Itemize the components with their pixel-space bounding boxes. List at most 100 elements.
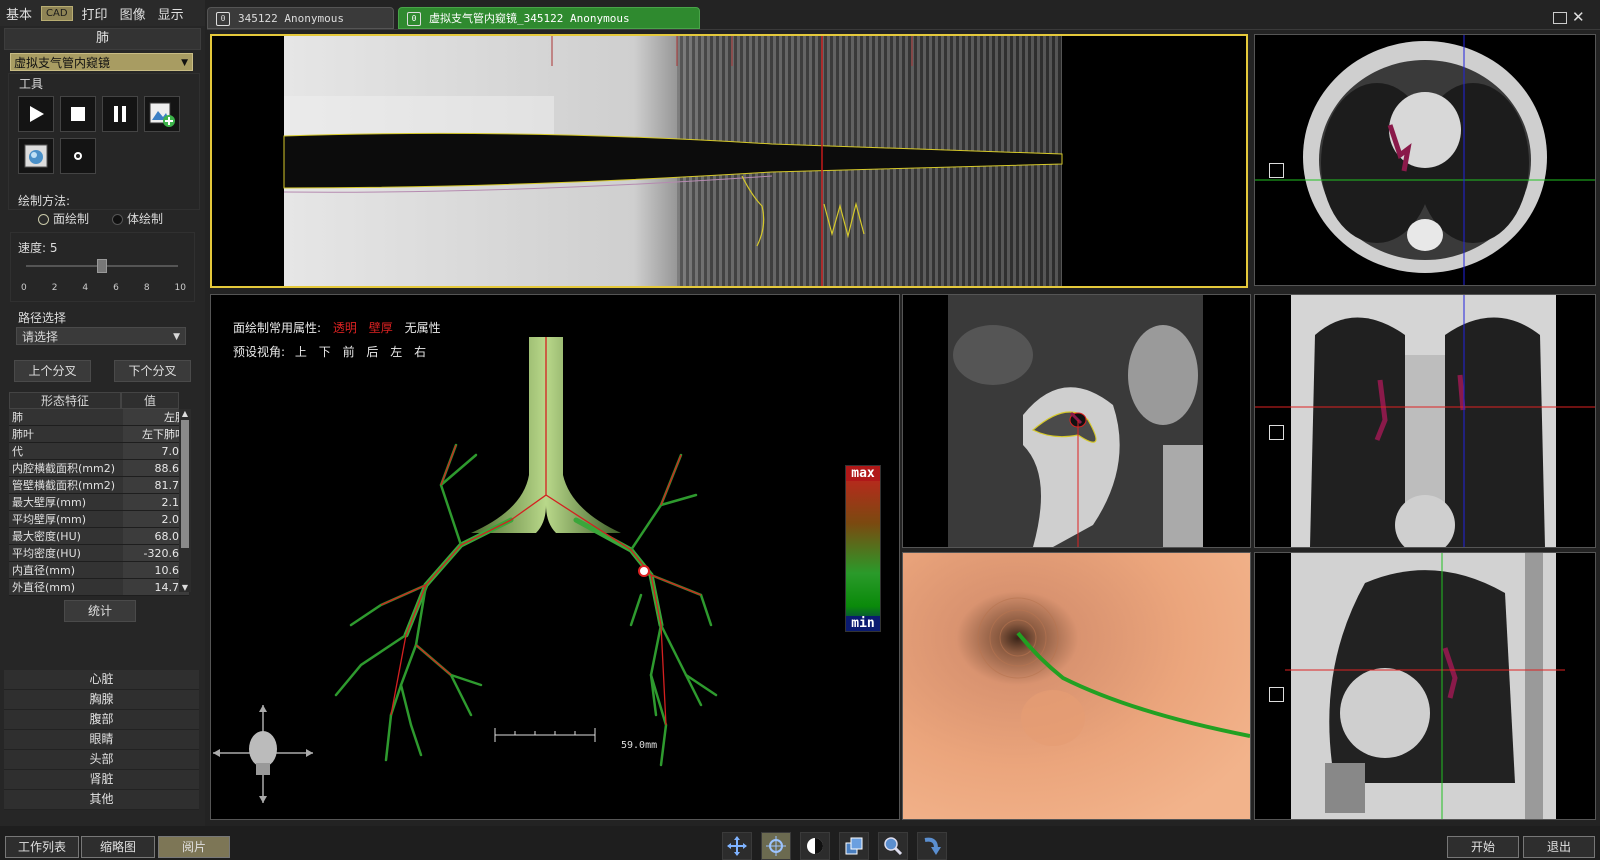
feature-name: 最大密度(HU) <box>9 527 123 545</box>
table-row[interactable]: 内直径(mm) 10.63 <box>9 561 189 579</box>
scroll-up-icon[interactable]: ▲ <box>179 409 191 418</box>
crosshair-icon <box>766 836 786 856</box>
organ-item[interactable]: 肾脏 <box>4 770 199 790</box>
pause-icon <box>114 106 126 122</box>
endoscopic-viewport[interactable] <box>902 552 1251 820</box>
tab-patient[interactable]: 0 345122 Anonymous Patient <box>207 7 394 47</box>
menu-display[interactable]: 显示 <box>152 4 190 23</box>
organ-header[interactable]: 肺 <box>4 28 201 50</box>
table-row[interactable]: 平均壁厚(mm) 2.05 <box>9 510 189 528</box>
thumbnails-button[interactable]: 缩略图 <box>81 836 155 858</box>
play-button[interactable] <box>18 96 54 132</box>
snapshot-icon <box>24 144 48 168</box>
orientation-head-icon[interactable] <box>213 705 313 805</box>
menu-print[interactable]: 打印 <box>76 4 114 23</box>
axial-select-checkbox[interactable] <box>1269 163 1284 178</box>
speed-label: 速度: 5 <box>18 241 58 255</box>
stop-button[interactable] <box>60 96 96 132</box>
organ-item[interactable]: 眼睛 <box>4 730 199 750</box>
table-row[interactable]: 内腔横截面积(mm2) 88.68 <box>9 459 189 477</box>
speed-slider-thumb[interactable] <box>97 259 107 273</box>
organ-item[interactable]: 其他 <box>4 790 199 810</box>
organ-item[interactable]: 心脏 <box>4 670 199 690</box>
close-icon[interactable]: ✕ <box>1572 8 1585 26</box>
radio-surface-render[interactable]: 面绘制 <box>38 210 89 227</box>
pan-tool-button[interactable] <box>722 832 752 860</box>
organ-item[interactable]: 胸腺 <box>4 690 199 710</box>
value-column-header: 值 <box>121 392 179 409</box>
feature-name: 平均壁厚(mm) <box>9 510 123 528</box>
feature-name: 肺叶 <box>9 425 123 443</box>
tab-doc-icon: 0 <box>216 12 230 26</box>
table-row[interactable]: 外直径(mm) 14.73 <box>9 578 189 596</box>
scroll-thumb[interactable] <box>181 420 189 548</box>
rotate-button[interactable] <box>917 832 947 860</box>
table-row[interactable]: 最大壁厚(mm) 2.12 <box>9 493 189 511</box>
chevron-down-icon: ▼ <box>181 58 188 68</box>
speed-tick: 6 <box>113 283 119 293</box>
feature-name: 外直径(mm) <box>9 578 123 596</box>
window-level-button[interactable] <box>800 832 830 860</box>
zoom-button[interactable] <box>878 832 908 860</box>
mode-select[interactable]: 虚拟支气管内窥镜 ▼ <box>10 53 193 71</box>
path-select[interactable]: 请选择 ▼ <box>16 327 186 345</box>
coronal-ct-image <box>1255 295 1595 547</box>
layers-icon <box>845 837 863 855</box>
pause-button[interactable] <box>102 96 138 132</box>
sagittal-viewport[interactable] <box>1254 552 1596 820</box>
organ-item[interactable]: 头部 <box>4 750 199 770</box>
menu-cad[interactable]: CAD <box>41 5 73 21</box>
worklist-button[interactable]: 工作列表 <box>5 836 79 858</box>
coronal-viewport[interactable] <box>1254 294 1596 548</box>
feature-name: 内直径(mm) <box>9 561 123 579</box>
tab-doc-icon: 0 <box>407 12 421 26</box>
menu-basic[interactable]: 基本 <box>0 4 38 23</box>
feature-column-header: 形态特征 <box>9 392 121 409</box>
chevron-down-icon: ▼ <box>173 332 180 342</box>
feature-name: 内腔横截面积(mm2) <box>9 459 123 477</box>
curved-mpr-viewport[interactable] <box>210 34 1248 288</box>
cross-section-viewport[interactable] <box>902 294 1251 548</box>
layout-button[interactable] <box>839 832 869 860</box>
magnifier-icon <box>884 837 903 856</box>
organ-item[interactable]: 腹部 <box>4 710 199 730</box>
table-row[interactable]: 管壁横截面积(mm2) 81.76 <box>9 476 189 494</box>
add-image-button[interactable] <box>144 96 180 132</box>
feature-name: 肺 <box>9 409 123 426</box>
start-button[interactable]: 开始 <box>1447 836 1519 858</box>
speed-tick: 10 <box>174 283 186 293</box>
restore-window-icon[interactable] <box>1553 12 1567 24</box>
speed-ticks: 0 2 4 6 8 10 <box>21 283 186 293</box>
speed-tick: 4 <box>82 283 89 293</box>
table-row[interactable]: 最大密度(HU) 68.00 <box>9 527 189 545</box>
stats-button[interactable]: 统计 <box>64 600 136 622</box>
radio-volume-label: 体绘制 <box>127 212 164 226</box>
tab-baseline <box>207 29 1600 30</box>
sagittal-ct-image <box>1285 553 1565 819</box>
feature-table: 形态特征 值 肺左肺 肺叶 左下肺叶代 7.00 内腔横截面积(mm2) 88.68 管壁横… <box>9 392 195 630</box>
menu-image[interactable]: 图像 <box>114 4 152 23</box>
table-row[interactable]: 肺叶 左下肺叶 <box>9 425 189 443</box>
feature-name: 代 <box>9 442 123 460</box>
table-row[interactable]: 代 7.00 <box>9 442 189 460</box>
coronal-select-checkbox[interactable] <box>1269 425 1284 440</box>
airway-3d-viewport[interactable]: 面绘制常用属性: 透明 壁厚 无属性 预设视角: 上 下 前 后 左 右 59.… <box>210 294 900 820</box>
radio-volume-render[interactable]: 体绘制 <box>112 210 163 227</box>
table-row[interactable]: 肺左肺 <box>9 409 189 426</box>
axial-viewport[interactable] <box>1254 34 1596 286</box>
snapshot-button[interactable] <box>18 138 54 174</box>
prev-branch-button[interactable]: 上个分叉 <box>14 360 91 382</box>
airway-tree-render <box>334 337 718 767</box>
table-row[interactable]: 平均密度(HU) -320.68 <box>9 544 189 562</box>
reading-button[interactable]: 阅片 <box>158 836 230 858</box>
tab-virtual-bronchoscopy[interactable]: 0 虚拟支气管内窥镜_345122 Anonymous Patient <box>398 7 700 47</box>
point-button[interactable] <box>60 138 96 174</box>
rotate-arrow-icon <box>924 837 941 855</box>
crosshair-tool-button[interactable] <box>761 832 791 860</box>
speed-group: 速度: 5 0 2 4 6 8 10 <box>10 232 195 302</box>
exit-button[interactable]: 退出 <box>1523 836 1595 858</box>
table-scrollbar[interactable]: ▲ ▼ <box>179 409 191 592</box>
scroll-down-icon[interactable]: ▼ <box>179 583 191 592</box>
next-branch-button[interactable]: 下个分叉 <box>114 360 191 382</box>
sagittal-select-checkbox[interactable] <box>1269 687 1284 702</box>
